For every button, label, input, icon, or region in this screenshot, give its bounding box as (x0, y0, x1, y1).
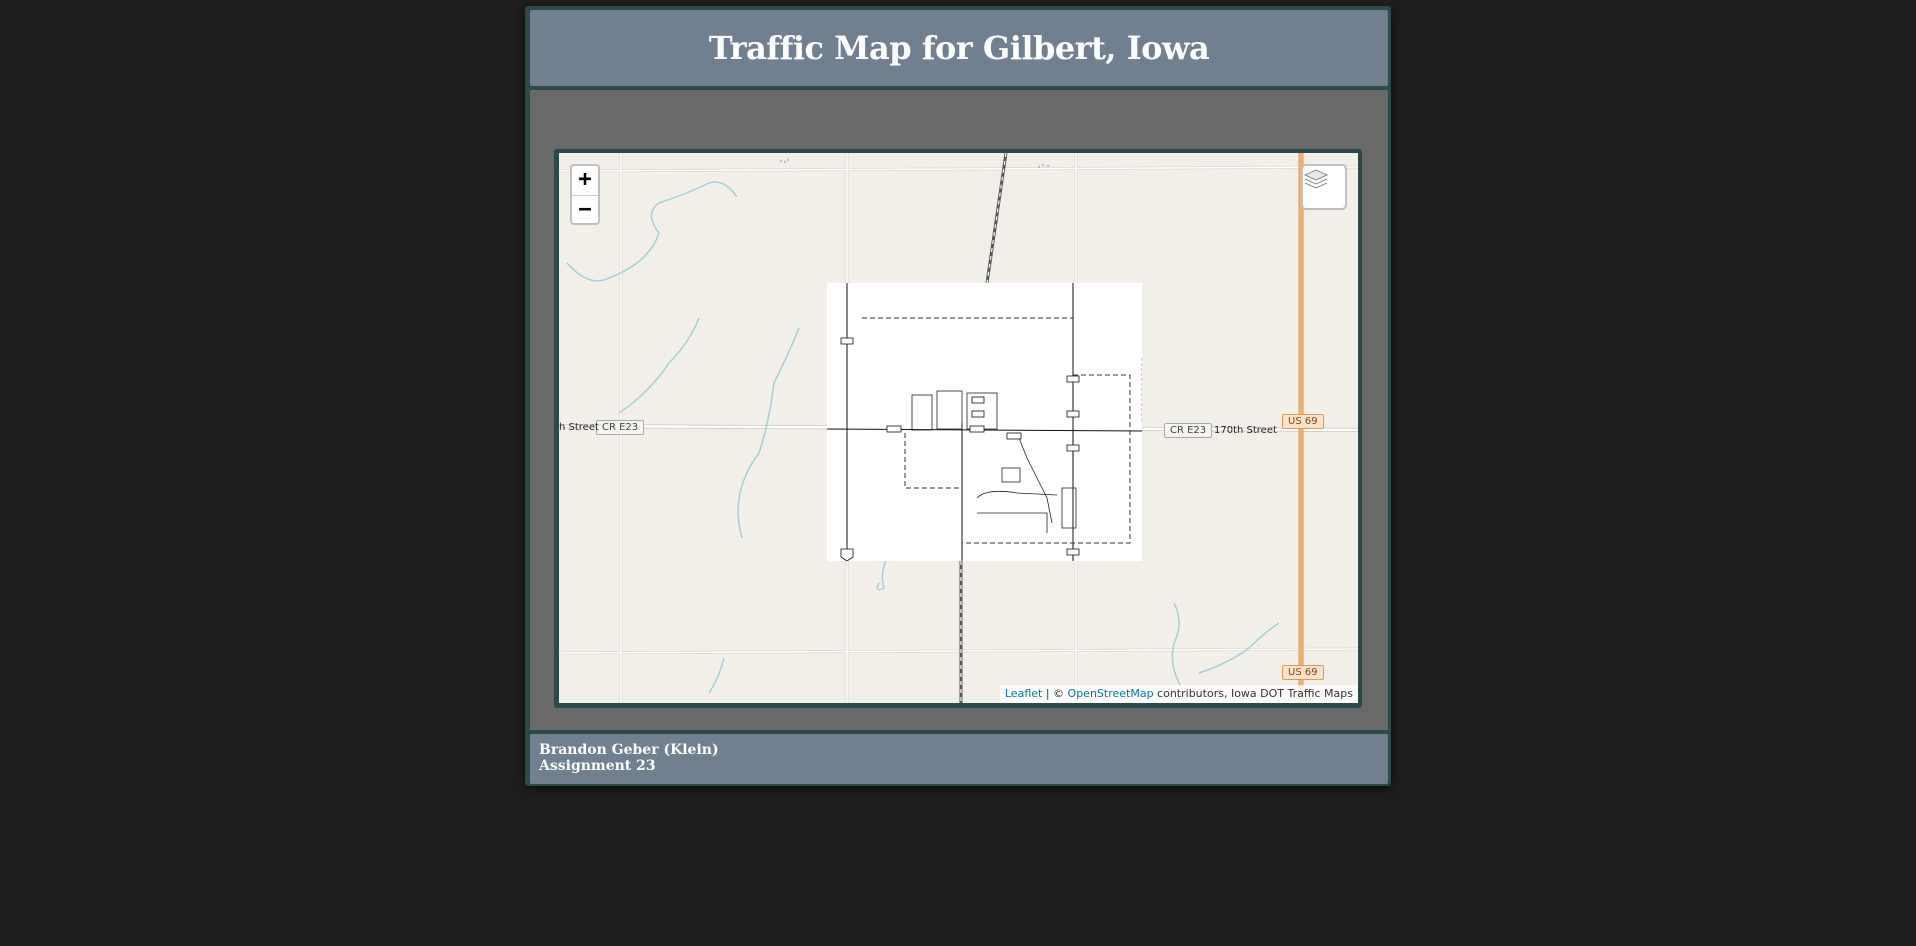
layers-control-button[interactable] (1301, 164, 1347, 210)
layers-icon (1303, 169, 1329, 189)
leaflet-link[interactable]: Leaflet (1005, 687, 1042, 700)
street-label-west: h Street (559, 422, 599, 433)
map-container[interactable]: CR E23 h Street CR E23 170th Street US 6… (559, 153, 1358, 703)
map-attribution: Leaflet | © OpenStreetMap contributors, … (999, 685, 1358, 703)
cr-e23-east-shield: CR E23 (1164, 423, 1213, 438)
page-footer: Brandon Geber (Klein) Assignment 23 (530, 734, 1388, 784)
attribution-text: contributors, Iowa DOT Traffic Maps (1153, 687, 1353, 700)
page-title: Traffic Map for Gilbert, Iowa (708, 29, 1210, 67)
cr-e23-west-shield: CR E23 (596, 420, 645, 435)
us-69-shield-lower: US 69 (1282, 665, 1324, 680)
zoom-in-button[interactable]: + (572, 166, 598, 195)
traffic-map-overlay (827, 283, 1142, 561)
zoom-out-button[interactable]: − (572, 196, 598, 225)
assignment-label: Assignment 23 (539, 758, 656, 774)
traffic-map-image (827, 283, 1142, 561)
osm-link[interactable]: OpenStreetMap (1068, 687, 1154, 700)
street-label-east: 170th Street (1214, 425, 1277, 436)
zoom-control: + − (570, 164, 600, 225)
author-name: Brandon Geber (Klein) (539, 742, 719, 758)
attribution-separator: | © (1042, 687, 1068, 700)
us-69-shield-upper: US 69 (1282, 414, 1324, 429)
page-header: Traffic Map for Gilbert, Iowa (530, 10, 1388, 86)
